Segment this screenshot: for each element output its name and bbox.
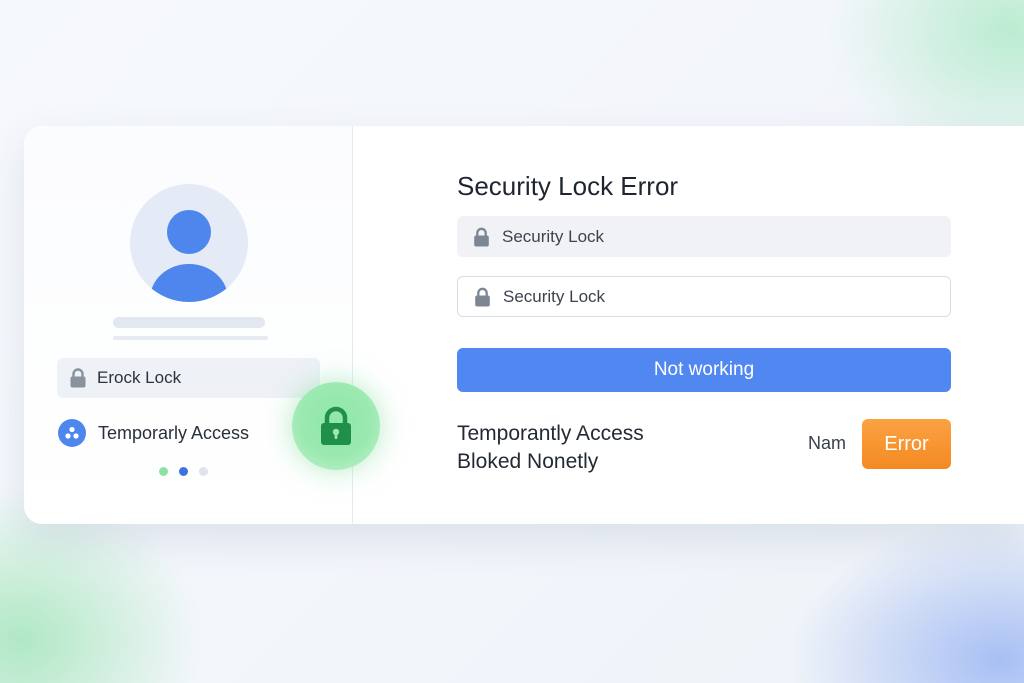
erock-lock-label: Erock Lock [97,368,182,387]
message-line: Temporantly Access [457,422,644,445]
erock-lock-field[interactable]: Erock Lock [57,358,320,398]
nam-label: Nam [808,433,847,453]
pagination-dot[interactable] [179,467,188,476]
padlock-icon [321,406,351,445]
not-working-button[interactable]: Not working [457,348,951,392]
lock-icon [473,227,490,247]
security-lock-field-value: Security Lock [502,226,605,246]
pagination-dots [159,467,208,476]
security-lock-field-filled[interactable]: Security Lock [457,216,951,257]
message-line: Bloked Nonetly [457,450,599,473]
profile-subtitle-placeholder [113,336,268,340]
profile-panel: Erock Lock Temporarly Access [24,126,353,524]
access-blocked-message: Temporantly Access Bloked Nonetly [457,420,644,476]
security-lock-card: Erock Lock Temporarly Access Security Lo… [24,126,1024,524]
pagination-dot[interactable] [199,467,208,476]
error-button[interactable]: Error [862,419,951,469]
padlock-badge [292,382,380,470]
avatar-body [150,264,228,302]
lock-icon [69,368,87,388]
access-icon [58,419,86,447]
lock-icon [474,287,491,307]
temporary-access-item[interactable]: Temporarly Access [58,418,249,448]
avatar [130,184,248,302]
temporary-access-label: Temporarly Access [98,422,250,443]
profile-name-placeholder [113,317,265,328]
pagination-dot[interactable] [159,467,168,476]
avatar-head [167,210,211,254]
security-lock-field-outlined[interactable]: Security Lock [457,276,951,317]
security-lock-field-value: Security Lock [503,286,606,306]
page-title: Security Lock Error [457,171,679,201]
